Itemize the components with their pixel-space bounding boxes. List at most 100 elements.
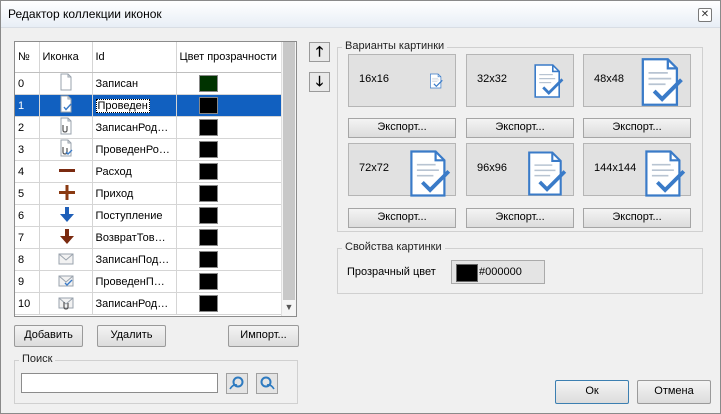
- arrow-down-brown-icon: [57, 227, 75, 248]
- column-header-number[interactable]: №: [15, 42, 40, 73]
- table-row[interactable]: 7 ВозвратТов…: [15, 226, 285, 249]
- icons-table[interactable]: № Иконка Id Цвет прозрачности 0 Записан 1 П…: [14, 41, 297, 317]
- row-id: ПроведенП…: [95, 275, 165, 288]
- row-id: ЗаписанРод…: [95, 297, 169, 310]
- export-button-16x16[interactable]: Экспорт...: [348, 118, 456, 138]
- add-button[interactable]: Добавить: [14, 325, 83, 347]
- arrow-down-blue-icon: [57, 205, 75, 226]
- row-id-cell[interactable]: Записан: [92, 72, 177, 95]
- row-id-cell[interactable]: Расход: [92, 160, 177, 183]
- row-color-swatch: [198, 273, 218, 290]
- scroll-down-arrow-icon[interactable]: ▼: [282, 302, 296, 314]
- row-icon-cell: [39, 226, 93, 249]
- row-id: ВозвратТов…: [95, 231, 166, 244]
- variant-tile-48x48[interactable]: 48x48: [583, 54, 691, 107]
- row-id-cell[interactable]: Поступление: [92, 204, 177, 227]
- cancel-button[interactable]: Отмена: [637, 380, 711, 404]
- row-id-cell[interactable]: Приход: [92, 182, 177, 205]
- search-input[interactable]: [21, 373, 218, 393]
- import-button[interactable]: Импорт...: [228, 325, 299, 347]
- image-properties-title: Свойства картинки: [342, 241, 445, 253]
- search-previous-button[interactable]: [256, 373, 278, 394]
- export-button-32x32[interactable]: Экспорт...: [466, 118, 574, 138]
- row-id: ПроведенРо…: [95, 143, 170, 156]
- table-vertical-scrollbar[interactable]: ▼: [281, 42, 296, 316]
- search-forward-icon: [229, 376, 244, 390]
- table-row[interactable]: 0 Записан: [15, 72, 285, 95]
- variant-tile-32x32[interactable]: 32x32: [466, 54, 574, 107]
- export-button-72x72[interactable]: Экспорт...: [348, 208, 456, 228]
- envelope-check-icon: [57, 271, 75, 292]
- column-header-id[interactable]: Id: [92, 42, 177, 73]
- row-icon-cell: [39, 160, 93, 183]
- export-button-144x144[interactable]: Экспорт...: [583, 208, 691, 228]
- window-title: Редактор коллекции иконок: [8, 7, 162, 21]
- variant-tile-96x96[interactable]: 96x96: [466, 143, 574, 196]
- column-header-transparency-color[interactable]: Цвет прозрачности: [176, 42, 285, 73]
- export-button-48x48[interactable]: Экспорт...: [583, 118, 691, 138]
- table-row[interactable]: 4 Расход: [15, 160, 285, 183]
- table-row[interactable]: 8 ЗаписанПод…: [15, 248, 285, 271]
- document-check-icon: [410, 150, 451, 197]
- row-id-cell[interactable]: ЗаписанРод…: [92, 116, 177, 139]
- row-color-cell[interactable]: [176, 94, 285, 117]
- close-button[interactable]: ✕: [698, 8, 712, 22]
- row-id-cell[interactable]: ЗаписанПод…: [92, 248, 177, 271]
- row-icon-cell: [39, 248, 93, 271]
- variant-tile-72x72[interactable]: 72x72: [348, 143, 456, 197]
- minus-icon: [57, 161, 75, 182]
- row-color-cell[interactable]: [176, 160, 285, 183]
- row-id: Проведен: [95, 98, 150, 113]
- row-id: Поступление: [95, 209, 163, 222]
- plus-icon: [57, 183, 75, 204]
- row-number: 2: [15, 116, 40, 139]
- row-id-cell[interactable]: Проведен: [92, 94, 177, 117]
- table-row[interactable]: 6 Поступление: [15, 204, 285, 227]
- row-color-cell[interactable]: [176, 248, 285, 271]
- row-id-cell[interactable]: ЗаписанРод…: [92, 292, 177, 315]
- table-row[interactable]: 5 Приход: [15, 182, 285, 205]
- row-color-cell[interactable]: [176, 138, 285, 161]
- search-backward-icon: [260, 376, 275, 390]
- row-id-cell[interactable]: ПроведенП…: [92, 270, 177, 293]
- column-header-icon[interactable]: Иконка: [39, 42, 93, 73]
- table-row[interactable]: 9 ПроведенП…: [15, 270, 285, 293]
- document-check-icon: [641, 58, 683, 106]
- table-row[interactable]: 2 ЗаписанРод…: [15, 116, 285, 139]
- scrollbar-thumb[interactable]: [283, 42, 295, 300]
- row-color-cell[interactable]: [176, 116, 285, 139]
- row-color-cell[interactable]: [176, 182, 285, 205]
- move-down-button[interactable]: 🡓: [309, 72, 330, 92]
- row-number: 10: [15, 292, 40, 315]
- variant-tile-144x144[interactable]: 144x144: [583, 143, 691, 197]
- doc-icon: [57, 73, 75, 94]
- row-color-cell[interactable]: [176, 226, 285, 249]
- doc-clip-check-icon: [57, 139, 75, 160]
- search-next-button[interactable]: [226, 373, 248, 394]
- document-check-icon: [534, 64, 564, 98]
- table-row[interactable]: 10 ЗаписанРод…: [15, 292, 285, 315]
- move-up-button[interactable]: 🡑: [309, 42, 330, 62]
- search-group-title: Поиск: [19, 353, 56, 365]
- delete-button[interactable]: Удалить: [97, 325, 166, 347]
- row-color-cell[interactable]: [176, 292, 285, 315]
- row-number: 3: [15, 138, 40, 161]
- row-color-swatch: [198, 97, 218, 114]
- row-color-cell[interactable]: [176, 270, 285, 293]
- table-header-row: № Иконка Id Цвет прозрачности: [15, 42, 285, 73]
- row-color-cell[interactable]: [176, 204, 285, 227]
- table-row[interactable]: 1 Проведен: [15, 94, 285, 117]
- image-variants-title: Варианты картинки: [342, 40, 448, 52]
- export-button-96x96[interactable]: Экспорт...: [466, 208, 574, 228]
- row-number: 0: [15, 72, 40, 95]
- variant-tile-16x16[interactable]: 16x16: [348, 54, 456, 107]
- row-id-cell[interactable]: ПроведенРо…: [92, 138, 177, 161]
- row-id-cell[interactable]: ВозвратТов…: [92, 226, 177, 249]
- transparent-color-picker[interactable]: #000000: [451, 260, 545, 284]
- row-color-cell[interactable]: [176, 72, 285, 95]
- variant-size-label: 96x96: [477, 162, 507, 174]
- row-color-swatch: [198, 251, 218, 268]
- table-row[interactable]: 3 ПроведенРо…: [15, 138, 285, 161]
- ok-button[interactable]: Ок: [555, 380, 629, 404]
- transparent-color-swatch: [456, 264, 478, 282]
